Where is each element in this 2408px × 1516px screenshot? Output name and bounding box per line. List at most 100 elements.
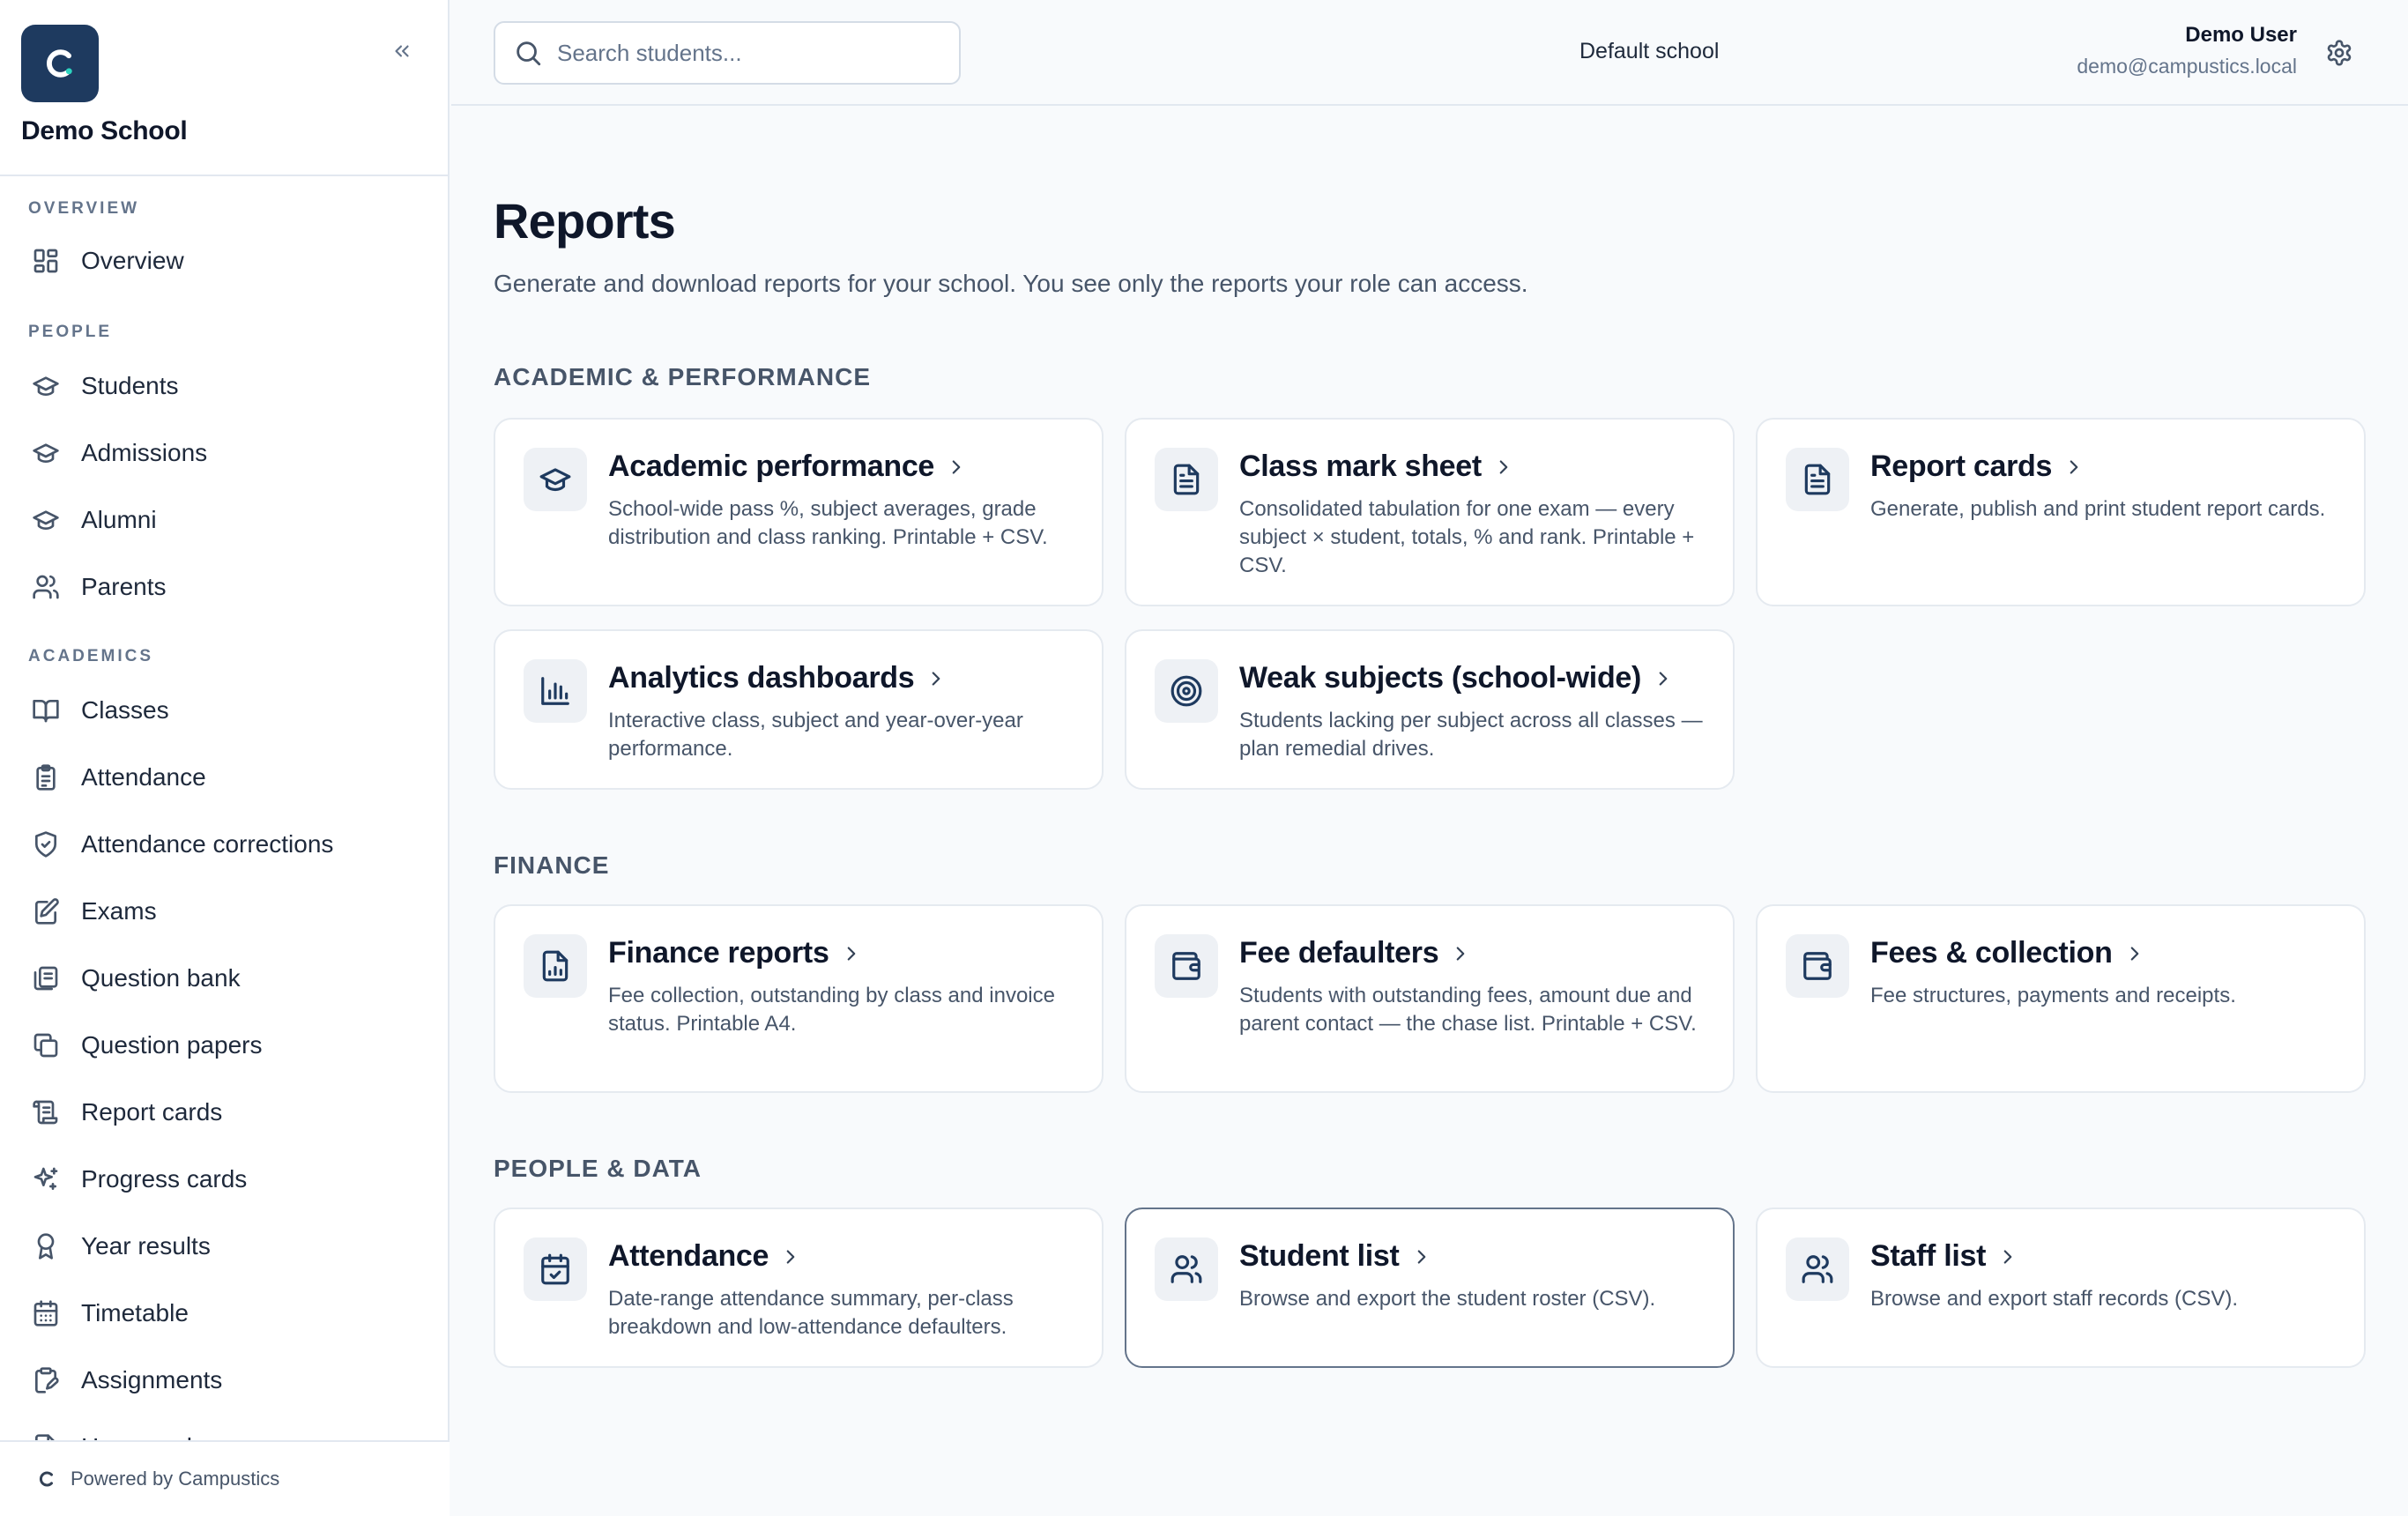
sidebar-item-label: Overview	[81, 247, 184, 274]
report-card-report-cards[interactable]: Report cards Generate, publish and print…	[1756, 418, 2366, 606]
report-card-fee-defaulters[interactable]: Fee defaulters Students with outstanding…	[1125, 904, 1735, 1093]
chevron-right-icon	[1659, 671, 1668, 686]
file-text-icon	[1786, 448, 1849, 511]
card-description: Browse and export the student roster (CS…	[1239, 1287, 1656, 1311]
user-menu[interactable]: Demo User demo@campustics.local	[2077, 23, 2297, 78]
sidebar-item-question-papers[interactable]: Question papers	[16, 1017, 434, 1074]
sparkles-icon	[30, 1163, 62, 1195]
card-description: School-wide pass %, subject averages, gr…	[608, 497, 1048, 549]
sidebar-item-classes[interactable]: Classes	[16, 682, 434, 739]
report-card-fees-collection[interactable]: Fees & collection Fee structures, paymen…	[1756, 904, 2366, 1093]
copy-icon	[30, 1029, 62, 1061]
sidebar-item-attendance-corrections[interactable]: Attendance corrections	[16, 816, 434, 873]
section-title-people-data: PEOPLE & DATA	[494, 1155, 702, 1182]
chevron-right-icon	[952, 459, 961, 474]
sidebar-item-students[interactable]: Students	[16, 358, 434, 414]
sidebar-item-overview[interactable]: Overview	[16, 233, 434, 289]
card-title: Class mark sheet	[1239, 450, 1482, 483]
file-pen-icon	[30, 1431, 62, 1440]
graduation-cap-icon	[30, 437, 62, 469]
sidebar-item-assignments[interactable]: Assignments	[16, 1352, 434, 1408]
search-input[interactable]	[557, 35, 945, 71]
search-box[interactable]	[494, 21, 961, 85]
page-title: Reports	[494, 193, 676, 249]
campustics-logo-icon	[35, 1468, 58, 1490]
clipboard-pen-icon	[30, 1364, 62, 1396]
sidebar-footer: Powered by Campustics	[0, 1440, 450, 1516]
sidebar-item-label: Students	[81, 372, 179, 399]
sidebar-item-label: Classes	[81, 696, 169, 724]
chevron-right-icon	[2070, 459, 2078, 474]
chevron-right-icon	[847, 946, 855, 961]
card-title: Staff list	[1870, 1239, 1987, 1273]
chevron-right-icon	[1417, 1249, 1425, 1264]
sidebar-item-label: Attendance	[81, 763, 206, 791]
sidebar-item-homework[interactable]: Homework	[16, 1419, 434, 1440]
sidebar-item-label: Question papers	[81, 1031, 263, 1059]
graduation-cap-icon	[524, 448, 587, 511]
report-card-class-mark-sheet[interactable]: Class mark sheet Consolidated tabulation…	[1125, 418, 1735, 606]
school-logo[interactable]	[21, 25, 99, 102]
report-card-student-list[interactable]: Student list Browse and export the stude…	[1125, 1208, 1735, 1368]
card-description: Browse and export staff records (CSV).	[1870, 1287, 2239, 1311]
sidebar-item-exams[interactable]: Exams	[16, 883, 434, 940]
sidebar-item-label: Report cards	[81, 1098, 223, 1126]
sidebar-item-report-cards[interactable]: Report cards	[16, 1084, 434, 1141]
report-card-staff-list[interactable]: Staff list Browse and export staff recor…	[1756, 1208, 2366, 1368]
sidebar-item-label: Question bank	[81, 964, 241, 992]
settings-button[interactable]	[2320, 33, 2359, 72]
report-card-analytics-dashboards[interactable]: Analytics dashboards Interactive class, …	[494, 629, 1104, 790]
sidebar-item-progress-cards[interactable]: Progress cards	[16, 1151, 434, 1208]
card-description: Students with outstanding fees, amount d…	[1239, 984, 1697, 1036]
report-card-academic-performance[interactable]: Academic performance School-wide pass %,…	[494, 418, 1104, 606]
card-description: Date-range attendance summary, per-class…	[608, 1287, 1014, 1339]
nav-group-people: PEOPLE	[28, 323, 113, 341]
sidebar: Demo School OVERVIEW Overview PEOPLE Stu	[0, 0, 450, 1516]
sidebar-item-attendance[interactable]: Attendance	[16, 749, 434, 806]
book-open-icon	[30, 695, 62, 726]
card-description: Fee collection, outstanding by class and…	[608, 984, 1055, 1036]
school-name: Demo School	[21, 116, 188, 145]
card-title: Analytics dashboards	[608, 661, 915, 695]
gear-icon	[2327, 40, 2352, 66]
sidebar-nav[interactable]: OVERVIEW Overview PEOPLE Students Admiss	[0, 176, 450, 1440]
user-email: demo@campustics.local	[2077, 55, 2297, 78]
sidebar-item-parents[interactable]: Parents	[16, 559, 434, 615]
card-title: Fees & collection	[1870, 936, 2113, 970]
card-description: Interactive class, subject and year-over…	[608, 709, 1023, 761]
clipboard-list-icon	[30, 762, 62, 793]
graduation-cap-icon	[30, 504, 62, 536]
sidebar-item-label: Year results	[81, 1232, 211, 1260]
report-card-attendance[interactable]: Attendance Date-range attendance summary…	[494, 1208, 1104, 1368]
card-description: Students lacking per subject across all …	[1239, 709, 1703, 761]
chevron-right-icon	[1457, 946, 1465, 961]
collapse-sidebar-button[interactable]	[384, 35, 420, 67]
top-header: Default school Demo User demo@campustics…	[451, 0, 2408, 106]
brand: Demo School	[21, 25, 428, 175]
sidebar-item-label: Exams	[81, 897, 157, 925]
card-title: Report cards	[1870, 450, 2053, 483]
users-icon	[1155, 1237, 1218, 1301]
library-icon	[30, 962, 62, 994]
sidebar-item-label: Homework	[81, 1433, 199, 1440]
scroll-icon	[30, 1096, 62, 1128]
sidebar-item-label: Assignments	[81, 1366, 223, 1393]
report-card-weak-subjects[interactable]: Weak subjects (school-wide) Students lac…	[1125, 629, 1735, 790]
sidebar-item-timetable[interactable]: Timetable	[16, 1285, 434, 1341]
sidebar-item-admissions[interactable]: Admissions	[16, 425, 434, 481]
sidebar-item-label: Admissions	[81, 439, 208, 466]
bar-chart-icon	[524, 659, 587, 723]
card-title: Attendance	[608, 1239, 769, 1273]
sidebar-item-year-results[interactable]: Year results	[16, 1218, 434, 1274]
chevron-right-icon	[786, 1249, 795, 1264]
sidebar-item-alumni[interactable]: Alumni	[16, 492, 434, 548]
card-description: Consolidated tabulation for one exam — e…	[1239, 497, 1695, 577]
user-name: Demo User	[2185, 23, 2297, 47]
report-card-finance-reports[interactable]: Finance reports Fee collection, outstand…	[494, 904, 1104, 1093]
sidebar-item-question-bank[interactable]: Question bank	[16, 950, 434, 1007]
school-selector[interactable]: Default school	[1579, 39, 1719, 64]
wallet-icon	[1786, 934, 1849, 998]
users-icon	[30, 571, 62, 603]
chevron-right-icon	[933, 671, 940, 686]
chevrons-left-icon	[395, 45, 409, 57]
